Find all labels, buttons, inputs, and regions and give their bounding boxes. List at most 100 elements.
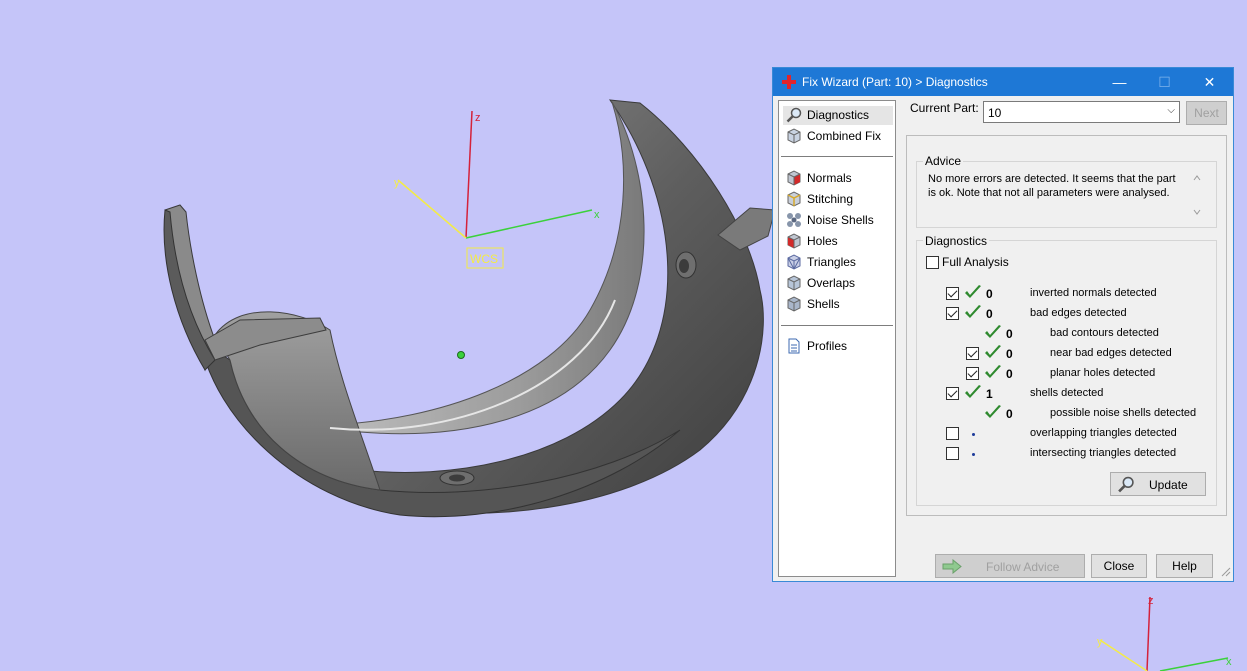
help-button[interactable]: Help [1156, 554, 1213, 578]
nav-item-combined-fix[interactable]: Combined Fix [783, 127, 893, 146]
diagnostic-row: 0 bad edges detected [907, 305, 1207, 323]
diagnostic-count: 1 [986, 387, 993, 401]
nav-label: Noise Shells [807, 213, 874, 227]
current-part-value: 10 [988, 106, 1002, 120]
close-window-button[interactable]: ✕ [1187, 68, 1232, 96]
nav-label: Triangles [807, 255, 856, 269]
diagnostics-panel: Advice No more errors are detected. It s… [906, 135, 1227, 516]
diagnostic-checkbox[interactable] [966, 347, 979, 360]
diagnostic-checkbox[interactable] [946, 387, 959, 400]
minimize-button[interactable]: — [1097, 68, 1142, 96]
diagnostic-count: 0 [1006, 367, 1013, 381]
nav-item-holes[interactable]: Holes [783, 232, 893, 251]
diagnostic-label: inverted normals detected [1030, 287, 1157, 299]
maximize-button[interactable]: ☐ [1142, 68, 1187, 96]
green-check-icon [985, 365, 1001, 378]
diagnostics-title: Diagnostics [923, 234, 990, 248]
advice-scrollbar[interactable] [1191, 173, 1203, 217]
diagnostic-checkbox[interactable] [946, 307, 959, 320]
nav-label: Combined Fix [807, 129, 882, 143]
axis-x-label: x [594, 209, 600, 221]
follow-advice-button[interactable]: Follow Advice [935, 554, 1085, 578]
fix-navigation-list: Diagnostics Combined Fix Normals Stitchi… [778, 100, 896, 577]
diagnostic-row: 0 bad contours detected [907, 325, 1207, 343]
full-analysis-label: Full Analysis [942, 255, 1009, 269]
nav-item-noise-shells[interactable]: Noise Shells [783, 211, 893, 230]
update-button[interactable]: Update [1110, 472, 1206, 496]
green-check-icon [985, 405, 1001, 418]
diagnostic-count: 0 [986, 307, 993, 321]
next-button[interactable]: Next [1186, 101, 1227, 125]
nav-label: Stitching [807, 192, 854, 206]
nav-item-overlaps[interactable]: Overlaps [783, 274, 893, 293]
diagnostic-label: shells detected [1030, 387, 1104, 399]
diagnostic-checkbox[interactable] [966, 367, 979, 380]
resize-grip-icon[interactable] [1221, 567, 1231, 577]
pivot-point-icon [457, 351, 465, 359]
chevron-down-icon: ⌵ [1167, 105, 1175, 116]
nav-separator [781, 156, 893, 157]
follow-advice-label: Follow Advice [986, 560, 1060, 574]
green-check-icon [965, 385, 981, 398]
wcs-label: WCS [470, 252, 498, 266]
axis-y-label: y [394, 177, 400, 189]
dialog-title: Fix Wizard (Part: 10) > Diagnostics [802, 75, 988, 89]
diagnostic-row: 0 possible noise shells detected [907, 405, 1207, 423]
green-check-icon [965, 305, 981, 318]
current-part-select[interactable]: 10 ⌵ [983, 101, 1180, 123]
dialog-titlebar[interactable]: Fix Wizard (Part: 10) > Diagnostics — ☐ … [773, 68, 1233, 96]
diagnostic-label: planar holes detected [1050, 367, 1156, 379]
status-dot-icon [972, 433, 975, 436]
nav-label: Overlaps [807, 276, 856, 290]
green-check-icon [965, 285, 981, 298]
nav-label: Profiles [807, 339, 848, 353]
diagnostic-label: intersecting triangles detected [1030, 447, 1177, 459]
overlaps-cube-icon [787, 275, 801, 291]
nav-item-profiles[interactable]: Profiles [783, 337, 893, 356]
diagnostic-row: 0 inverted normals detected [907, 285, 1207, 303]
nav-item-stitching[interactable]: Stitching [783, 190, 893, 209]
diagnostic-count: 0 [1006, 347, 1013, 361]
arrow-right-icon [942, 559, 962, 574]
holes-cube-icon [787, 233, 801, 249]
diagnostic-count: 0 [986, 287, 993, 301]
advice-title: Advice [923, 154, 964, 168]
diagnostic-checkbox[interactable] [946, 447, 959, 460]
advice-text-line2: is ok. Note that not all parameters were… [928, 187, 1170, 199]
corner-axis-z-label: z [1148, 595, 1154, 607]
diagnostic-row: 1 shells detected [907, 385, 1207, 403]
noise-shells-icon [787, 213, 801, 227]
nav-label: Normals [807, 171, 852, 185]
update-label: Update [1149, 478, 1188, 492]
full-analysis-checkbox[interactable] [926, 256, 939, 269]
diagnostic-label: near bad edges detected [1050, 347, 1172, 359]
status-dot-icon [972, 453, 975, 456]
nav-item-shells[interactable]: Shells [783, 295, 893, 314]
nav-label: Diagnostics [807, 108, 870, 122]
diagnostic-checkbox[interactable] [946, 427, 959, 440]
diagnostic-row: 0 planar holes detected [907, 365, 1207, 383]
diagnostic-row: intersecting triangles detected [907, 445, 1207, 463]
diagnostic-count: 0 [1006, 327, 1013, 341]
nav-item-triangles[interactable]: Triangles [783, 253, 893, 272]
green-check-icon [985, 345, 1001, 358]
diagnostic-label: overlapping triangles detected [1030, 427, 1177, 439]
advice-text-line1: No more errors are detected. It seems th… [928, 173, 1176, 185]
diagnostic-label: bad contours detected [1050, 327, 1159, 339]
triangles-cube-icon [787, 254, 801, 270]
axis-z-label: z [475, 112, 481, 124]
corner-axis-x-label: x [1226, 656, 1232, 668]
nav-label: Shells [807, 297, 840, 311]
shells-cube-icon [787, 296, 801, 312]
wcs-axes: z x y WCS [394, 110, 600, 269]
diagnostic-count: 0 [1006, 407, 1013, 421]
green-check-icon [985, 325, 1001, 338]
fix-wizard-dialog: Fix Wizard (Part: 10) > Diagnostics — ☐ … [772, 67, 1234, 582]
cube-icon [787, 128, 801, 144]
red-cross-icon [782, 75, 796, 89]
close-button[interactable]: Close [1091, 554, 1147, 578]
corner-axis-y-label: y [1097, 636, 1103, 648]
nav-item-normals[interactable]: Normals [783, 169, 893, 188]
diagnostic-checkbox[interactable] [946, 287, 959, 300]
nav-item-diagnostics[interactable]: Diagnostics [783, 106, 893, 125]
